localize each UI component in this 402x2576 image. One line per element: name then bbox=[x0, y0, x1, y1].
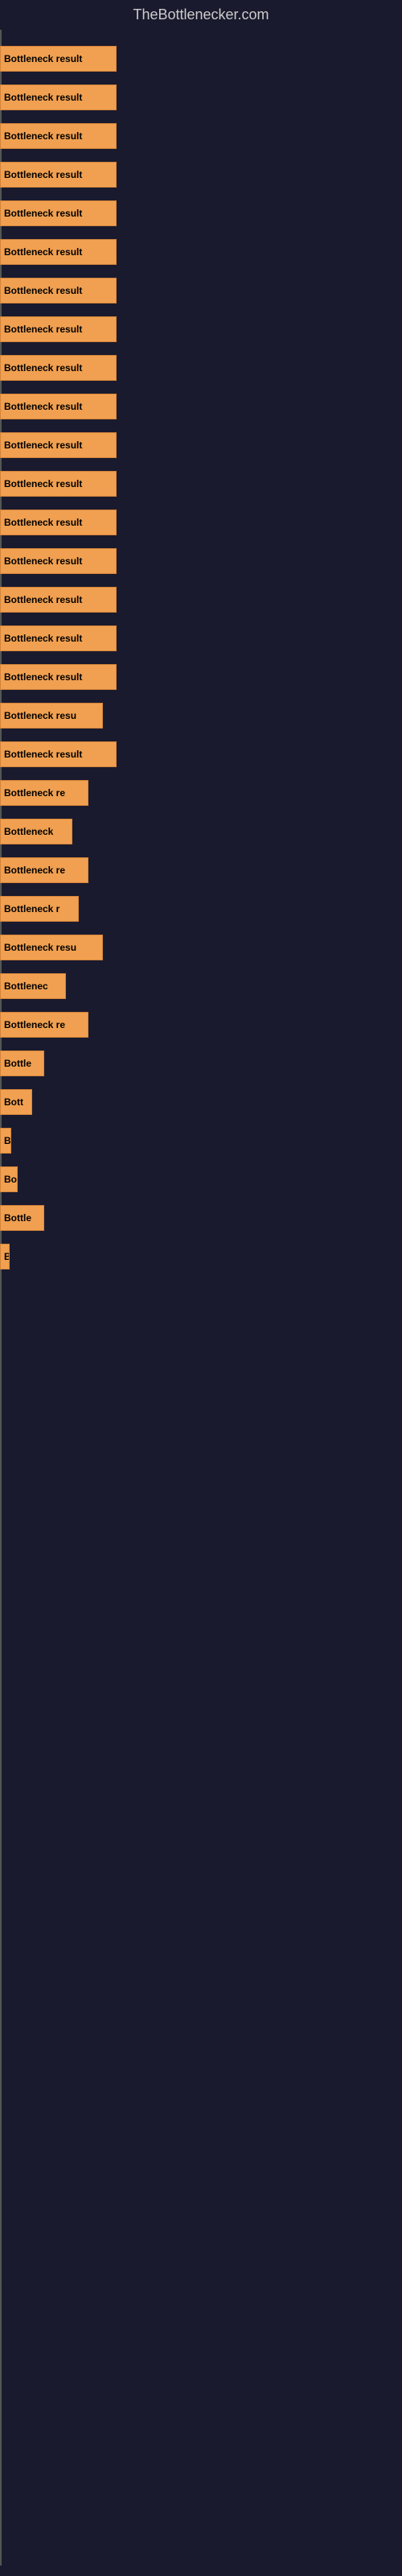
bar-label: Bottleneck result bbox=[4, 633, 82, 644]
bar-item: Bottleneck result bbox=[0, 471, 117, 497]
bar-item: Bottleneck result bbox=[0, 162, 117, 188]
bar-item: Bottleneck bbox=[0, 819, 72, 844]
bar-label: Bottle bbox=[4, 1058, 31, 1069]
bar-item: Bottleneck result bbox=[0, 741, 117, 767]
bar-item: Bottleneck resu bbox=[0, 935, 103, 960]
bar-item: Bottle bbox=[0, 1051, 44, 1076]
bar-label: Bottle bbox=[4, 1212, 31, 1224]
bar-item: Bottleneck result bbox=[0, 200, 117, 226]
bar-label: Bottleneck result bbox=[4, 555, 82, 567]
bar-label: Bottleneck result bbox=[4, 362, 82, 374]
bar-item: Bottleneck result bbox=[0, 278, 117, 303]
bar-label: Bottlenec bbox=[4, 980, 48, 992]
bar-item: B bbox=[0, 1128, 11, 1154]
bar-label: Bottleneck resu bbox=[4, 710, 76, 721]
bar-item: Bottleneck re bbox=[0, 857, 88, 883]
bar-item: Bottleneck result bbox=[0, 316, 117, 342]
bar-label: Bottleneck re bbox=[4, 865, 65, 876]
bar-label: Bottleneck result bbox=[4, 246, 82, 258]
bar-item: Bottleneck result bbox=[0, 394, 117, 419]
bar-item: Bottlenec bbox=[0, 973, 66, 999]
bar-label: Bottleneck result bbox=[4, 285, 82, 296]
bar-item: Bottleneck result bbox=[0, 123, 117, 149]
bar-label: Bo bbox=[4, 1174, 17, 1185]
bar-label: Bottleneck result bbox=[4, 208, 82, 219]
bar-item: Bottleneck result bbox=[0, 239, 117, 265]
bar-label: Bottleneck result bbox=[4, 92, 82, 103]
bar-label: Bottleneck resu bbox=[4, 942, 76, 953]
bar-item: Bottleneck result bbox=[0, 85, 117, 110]
bar-item: Bottleneck result bbox=[0, 548, 117, 574]
bar-item: Bottleneck result bbox=[0, 355, 117, 381]
bar-label: B bbox=[4, 1135, 11, 1146]
bar-label: Bottleneck result bbox=[4, 517, 82, 528]
bar-item: Bott bbox=[0, 1089, 32, 1115]
bar-label: Bottleneck result bbox=[4, 324, 82, 335]
bar-label: Bottleneck result bbox=[4, 440, 82, 451]
chart-container: Bottleneck result Bottleneck result Bottle… bbox=[0, 30, 402, 2566]
bar-item: Bottleneck result bbox=[0, 432, 117, 458]
bar-item: Bottleneck resu bbox=[0, 703, 103, 729]
bar-label: Bottleneck re bbox=[4, 1019, 65, 1030]
bar-label: Bott bbox=[4, 1096, 23, 1108]
bar-label: Bottleneck result bbox=[4, 671, 82, 683]
bar-label: Bottleneck bbox=[4, 826, 53, 837]
bar-label: Bottleneck result bbox=[4, 749, 82, 760]
bar-item: Bottleneck re bbox=[0, 780, 88, 806]
bar-item: Bottleneck re bbox=[0, 1012, 88, 1038]
bar-label: Bottleneck result bbox=[4, 169, 82, 180]
bar-label: B bbox=[4, 1251, 10, 1262]
bar-item: Bottleneck result bbox=[0, 510, 117, 535]
bar-label: Bottleneck result bbox=[4, 478, 82, 489]
bar-item: Bottleneck r bbox=[0, 896, 79, 922]
bar-label: Bottleneck result bbox=[4, 130, 82, 142]
bar-label: Bottleneck re bbox=[4, 787, 65, 799]
bar-item: Bottle bbox=[0, 1205, 44, 1231]
bar-item: B bbox=[0, 1244, 10, 1269]
bar-label: Bottleneck result bbox=[4, 53, 82, 64]
bar-label: Bottleneck r bbox=[4, 903, 59, 914]
bar-item: Bo bbox=[0, 1166, 18, 1192]
bar-label: Bottleneck result bbox=[4, 401, 82, 412]
bar-item: Bottleneck result bbox=[0, 625, 117, 651]
bar-item: Bottleneck result bbox=[0, 587, 117, 613]
bar-label: Bottleneck result bbox=[4, 594, 82, 605]
bar-item: Bottleneck result bbox=[0, 664, 117, 690]
site-title: TheBottlenecker.com bbox=[0, 0, 402, 30]
bar-item: Bottleneck result bbox=[0, 46, 117, 72]
